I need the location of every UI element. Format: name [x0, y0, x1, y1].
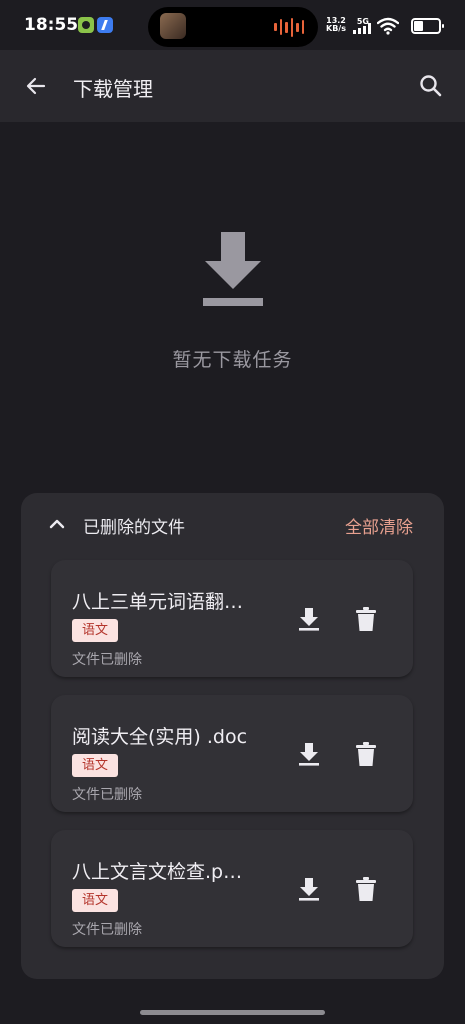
trash-icon: [356, 607, 376, 631]
file-name: 八上三单元词语翻…: [72, 591, 244, 613]
download-icon: [299, 878, 319, 901]
delete-button[interactable]: [352, 740, 380, 768]
net-speed: 13.2 KB/s: [323, 17, 349, 33]
status-indicators: 13.2 KB/s 5G: [251, 14, 451, 36]
deleted-files-panel: 已删除的文件 全部清除 八上三单元词语翻… 语文 文件已删除 阅读大全(实用) …: [21, 493, 444, 979]
download-button[interactable]: [295, 605, 323, 633]
file-status: 文件已删除: [72, 652, 142, 668]
subject-tag: 语文: [72, 889, 119, 912]
download-button[interactable]: [295, 740, 323, 768]
status-bar: 18:55 13.2 KB/s 5G: [0, 0, 465, 50]
signal-icon: [353, 23, 371, 34]
page-title: 下载管理: [73, 77, 153, 101]
delete-button[interactable]: [352, 605, 380, 633]
chevron-up-icon[interactable]: [45, 512, 69, 536]
trash-icon: [356, 742, 376, 766]
delete-button[interactable]: [352, 875, 380, 903]
file-name: 八上文言文检查.p…: [72, 861, 243, 883]
file-card[interactable]: 八上文言文检查.p… 语文 文件已删除: [51, 830, 413, 947]
empty-state: 暂无下载任务: [0, 228, 465, 372]
wifi-icon: [377, 17, 399, 35]
toolbar: 下载管理: [0, 50, 465, 122]
subject-tag: 语文: [72, 754, 119, 777]
clear-all-button[interactable]: 全部清除: [345, 513, 413, 538]
empty-state-text: 暂无下载任务: [172, 349, 293, 371]
file-status: 文件已删除: [72, 922, 142, 938]
download-icon: [299, 608, 319, 631]
file-card[interactable]: 阅读大全(实用) .doc 语文 文件已删除: [51, 695, 413, 812]
file-status: 文件已删除: [72, 787, 142, 803]
arrow-left-icon: [26, 77, 46, 95]
feishu-icon: [97, 17, 113, 33]
download-icon: [299, 743, 319, 766]
trash-icon: [356, 877, 376, 901]
download-icon: [202, 232, 263, 306]
battery-icon: [411, 18, 444, 34]
home-indicator[interactable]: [140, 1010, 325, 1015]
media-avatar: [160, 13, 186, 39]
deleted-files-title: 已删除的文件: [83, 518, 185, 538]
net-speed-unit: KB/s: [326, 24, 346, 33]
file-name: 阅读大全(实用) .doc: [72, 726, 248, 748]
search-button[interactable]: [413, 68, 449, 104]
deleted-files-header[interactable]: 已删除的文件 全部清除: [21, 493, 444, 555]
file-card[interactable]: 八上三单元词语翻… 语文 文件已删除: [51, 560, 413, 677]
status-time: 18:55: [24, 15, 79, 35]
download-button[interactable]: [295, 875, 323, 903]
back-button[interactable]: [18, 68, 54, 104]
search-icon: [420, 75, 442, 97]
subject-tag: 语文: [72, 619, 119, 642]
app-notification-icon: [78, 17, 94, 33]
